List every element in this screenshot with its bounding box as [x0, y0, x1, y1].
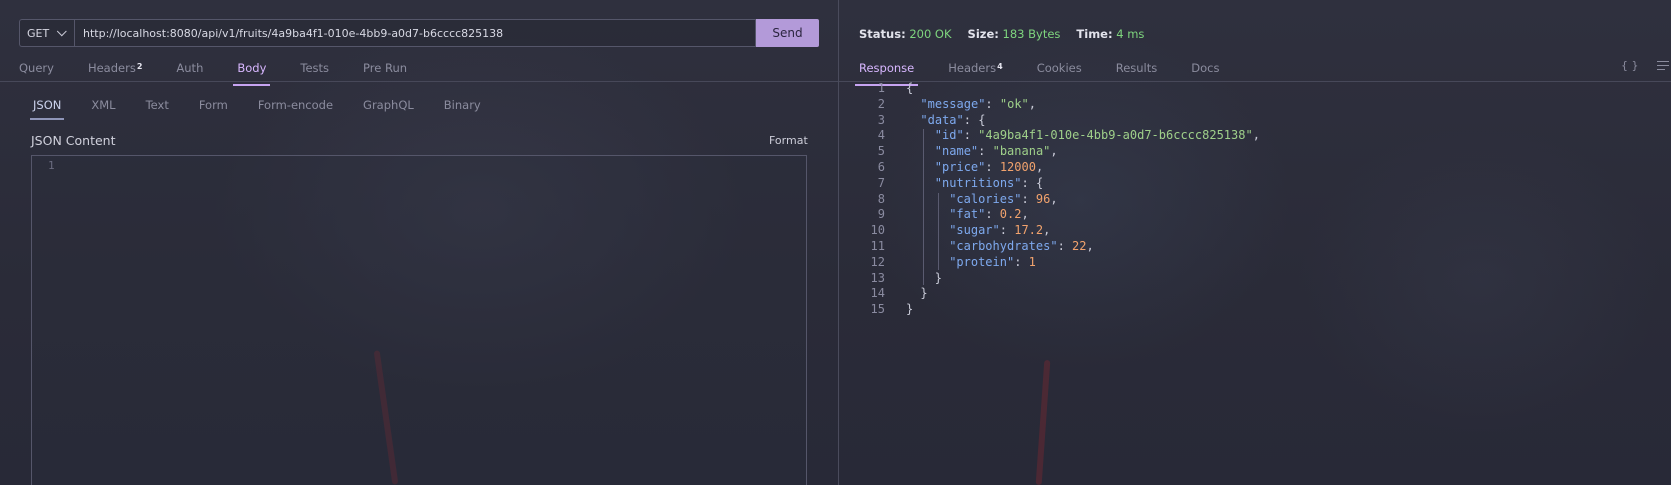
- body-type-tabs: JSON XML Text Form Form-encode GraphQL B…: [30, 98, 508, 120]
- code-line: 6 "price": 12000,: [857, 160, 1260, 176]
- code-line: 1{: [857, 81, 1260, 97]
- code-line-content: "name": "banana",: [934, 144, 1058, 159]
- code-line: 15}: [857, 302, 1260, 318]
- code-line-content: "calories": 96,: [949, 191, 1058, 206]
- code-line-number: 3: [877, 112, 885, 127]
- status-value: 200 OK: [909, 27, 952, 41]
- code-line-number: 7: [877, 175, 885, 190]
- request-panel: GET http://localhost:8080/api/v1/fruits/…: [0, 0, 838, 485]
- code-line-number: 13: [870, 270, 885, 285]
- tab-auth[interactable]: Auth: [172, 60, 207, 86]
- response-status-bar: Status: 200 OK Size: 183 Bytes Time: 4 m…: [859, 27, 1145, 41]
- code-line-number: 11: [870, 238, 885, 253]
- time-value: 4 ms: [1116, 27, 1145, 41]
- code-line-number: 5: [877, 144, 885, 159]
- body-type-xml[interactable]: XML: [88, 98, 118, 120]
- tab-tests[interactable]: Tests: [296, 60, 333, 86]
- response-headers-count-badge: 4: [997, 62, 1003, 71]
- code-line: 3 "data": {: [857, 113, 1260, 129]
- chevron-down-icon: [56, 25, 67, 36]
- code-line-number: 4: [877, 128, 885, 143]
- url-input[interactable]: http://localhost:8080/api/v1/fruits/4a9b…: [74, 19, 756, 47]
- code-line-content: "nutritions": {: [934, 175, 1044, 190]
- line-number: 1: [48, 159, 55, 172]
- url-bar: GET http://localhost:8080/api/v1/fruits/…: [19, 19, 819, 47]
- code-line-content: "protein": 1: [949, 254, 1036, 269]
- divider: [0, 81, 838, 82]
- size-value: 183 Bytes: [1002, 27, 1061, 41]
- wrap-lines-icon[interactable]: [1656, 61, 1669, 71]
- code-line-number: 14: [870, 286, 885, 301]
- code-line-number: 8: [877, 191, 885, 206]
- panel-splitter[interactable]: [838, 0, 839, 485]
- code-line-content: "sugar": 17.2,: [949, 223, 1051, 238]
- format-button[interactable]: Format: [769, 134, 808, 147]
- braces-icon[interactable]: { }: [1621, 59, 1639, 72]
- method-select[interactable]: GET: [19, 19, 74, 47]
- code-line-number: 6: [877, 159, 885, 174]
- code-line-content: "price": 12000,: [934, 159, 1044, 174]
- code-line: 13}: [857, 271, 1260, 287]
- indent-guide: [923, 129, 925, 286]
- send-button[interactable]: Send: [756, 19, 819, 47]
- code-line-number: 1: [877, 81, 885, 95]
- code-line-content: "fat": 0.2,: [949, 207, 1029, 222]
- code-line-content: "data": {: [920, 112, 986, 127]
- tab-headers[interactable]: Headers2: [84, 60, 146, 86]
- tab-pre-run[interactable]: Pre Run: [359, 60, 411, 86]
- response-toolbar: { }: [1621, 59, 1669, 72]
- response-body-viewer[interactable]: 1{2 "message": "ok", 3 "data": {4 "id": "4a9…: [857, 81, 1260, 318]
- code-line-number: 9: [877, 207, 885, 222]
- code-line: 2 "message": "ok",: [857, 97, 1260, 113]
- json-editor[interactable]: 1: [31, 155, 807, 485]
- code-line: 14}: [857, 286, 1260, 302]
- code-line-content: }: [906, 302, 914, 317]
- code-line: 12 "protein": 1: [857, 255, 1260, 271]
- code-line-content: "message": "ok",: [920, 96, 1037, 111]
- code-line: 9 "fat": 0.2,: [857, 207, 1260, 223]
- body-type-json[interactable]: JSON: [30, 98, 65, 120]
- code-line-content: {: [906, 81, 914, 95]
- tab-body[interactable]: Body: [233, 60, 271, 86]
- tab-query[interactable]: Query: [15, 60, 58, 86]
- request-tabs: Query Headers2 Auth Body Tests Pre Run: [15, 60, 437, 86]
- indent-guide: [937, 192, 939, 270]
- body-type-graphql[interactable]: GraphQL: [360, 98, 417, 120]
- body-type-binary[interactable]: Binary: [441, 98, 484, 120]
- json-content-label: JSON Content: [31, 133, 116, 148]
- code-line: 8 "calories": 96,: [857, 192, 1260, 208]
- code-line: 11 "carbohydrates": 22,: [857, 239, 1260, 255]
- code-line-number: 12: [870, 254, 885, 269]
- body-type-form[interactable]: Form: [196, 98, 231, 120]
- code-line-number: 15: [870, 302, 885, 317]
- code-line: 5 "name": "banana",: [857, 144, 1260, 160]
- code-line: 4 "id": "4a9ba4f1-010e-4bb9-a0d7-b6cccc82…: [857, 128, 1260, 144]
- code-line-number: 2: [877, 96, 885, 111]
- code-line-content: "carbohydrates": 22,: [949, 238, 1094, 253]
- headers-count-badge: 2: [136, 62, 143, 71]
- body-type-form-encode[interactable]: Form-encode: [255, 98, 336, 120]
- code-line: 10 "sugar": 17.2,: [857, 223, 1260, 239]
- code-line-content: "id": "4a9ba4f1-010e-4bb9-a0d7-b6cccc825…: [934, 128, 1260, 143]
- code-line-number: 10: [870, 223, 885, 238]
- method-label: GET: [27, 26, 50, 40]
- code-line: 7 "nutritions": {: [857, 176, 1260, 192]
- code-line-content: }: [920, 286, 928, 301]
- body-type-text[interactable]: Text: [143, 98, 172, 120]
